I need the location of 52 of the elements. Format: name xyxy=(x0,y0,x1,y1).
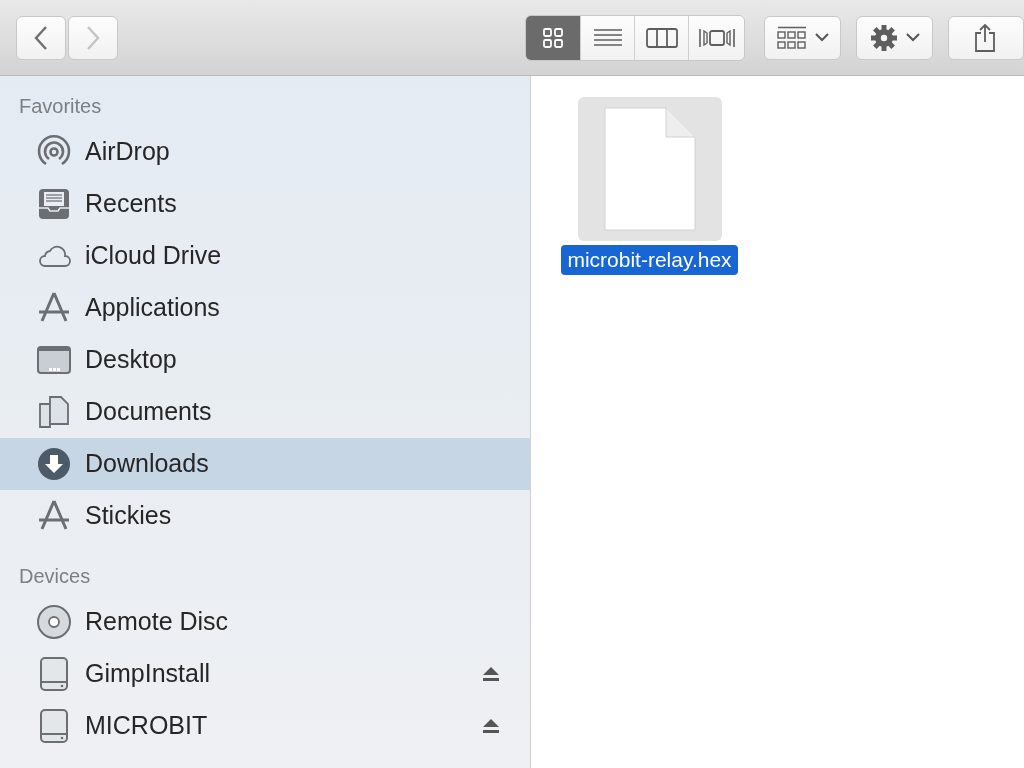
sidebar-item[interactable]: Remote Disc xyxy=(0,596,530,648)
action-button[interactable] xyxy=(856,15,933,60)
chevron-left-icon xyxy=(34,24,48,51)
sidebar-section-header: Favorites xyxy=(18,94,102,118)
view-mode-tab[interactable] xyxy=(634,15,688,60)
sidebar-item[interactable]: Recents xyxy=(0,178,530,230)
tray-icon xyxy=(36,186,72,222)
gear-icon xyxy=(869,23,898,52)
sidebar-item[interactable]: Stickies xyxy=(0,490,530,542)
download-icon xyxy=(36,446,72,482)
arrange-grid-icon xyxy=(776,25,807,50)
sidebar-item[interactable]: Applications xyxy=(0,282,530,334)
sidebar-item[interactable]: MICROBIT xyxy=(0,700,530,752)
sidebar-item-label: MICROBIT xyxy=(85,710,209,742)
view-mode-tab[interactable] xyxy=(526,15,580,60)
view-mode-tab[interactable] xyxy=(580,15,634,60)
sidebar-item-label: Desktop xyxy=(85,344,178,376)
sidebar-item-label: GimpInstall xyxy=(85,658,212,690)
sidebar-item-label: Applications xyxy=(85,292,221,324)
sidebar-item-label: Downloads xyxy=(85,448,210,480)
sidebar-item-label: Stickies xyxy=(85,500,173,532)
sidebar-item[interactable]: Documents xyxy=(0,386,530,438)
documents-icon xyxy=(36,394,72,430)
document-icon xyxy=(603,107,696,231)
chevron-right-icon xyxy=(86,24,100,51)
grid-view-icon xyxy=(542,26,564,49)
sidebar-item-label: Remote Disc xyxy=(85,606,230,638)
view-mode-tab[interactable] xyxy=(688,15,744,60)
arrange-button[interactable] xyxy=(764,15,841,60)
sidebar-item[interactable]: iCloud Drive xyxy=(0,230,530,282)
sidebar-section-header: Devices xyxy=(18,564,91,588)
sidebar-item-label: AirDrop xyxy=(85,136,171,168)
share-button[interactable] xyxy=(948,15,1024,60)
eject-icon[interactable] xyxy=(482,666,500,682)
sidebar-item[interactable]: GimpInstall xyxy=(0,648,530,700)
list-view-icon xyxy=(593,27,622,48)
columns-view-icon xyxy=(645,27,678,48)
sidebar-item-label: Documents xyxy=(85,396,213,428)
sidebar-item-label: iCloud Drive xyxy=(85,240,223,272)
sidebar-item[interactable]: Desktop xyxy=(0,334,530,386)
file-icon-tile[interactable] xyxy=(577,97,722,241)
file-name: microbit-relay.hex xyxy=(561,245,738,275)
chevron-down-icon xyxy=(905,33,920,42)
chevron-down-icon xyxy=(814,33,829,42)
sidebar-item[interactable]: AirDrop xyxy=(0,126,530,178)
eject-icon[interactable] xyxy=(482,718,500,734)
sidebar-item-label: Recents xyxy=(85,188,178,220)
back-button[interactable] xyxy=(16,15,66,60)
sidebar-item[interactable]: Downloads xyxy=(0,438,530,490)
gallery-view-icon xyxy=(698,26,735,49)
share-icon xyxy=(973,22,997,53)
disc-icon xyxy=(36,604,72,640)
